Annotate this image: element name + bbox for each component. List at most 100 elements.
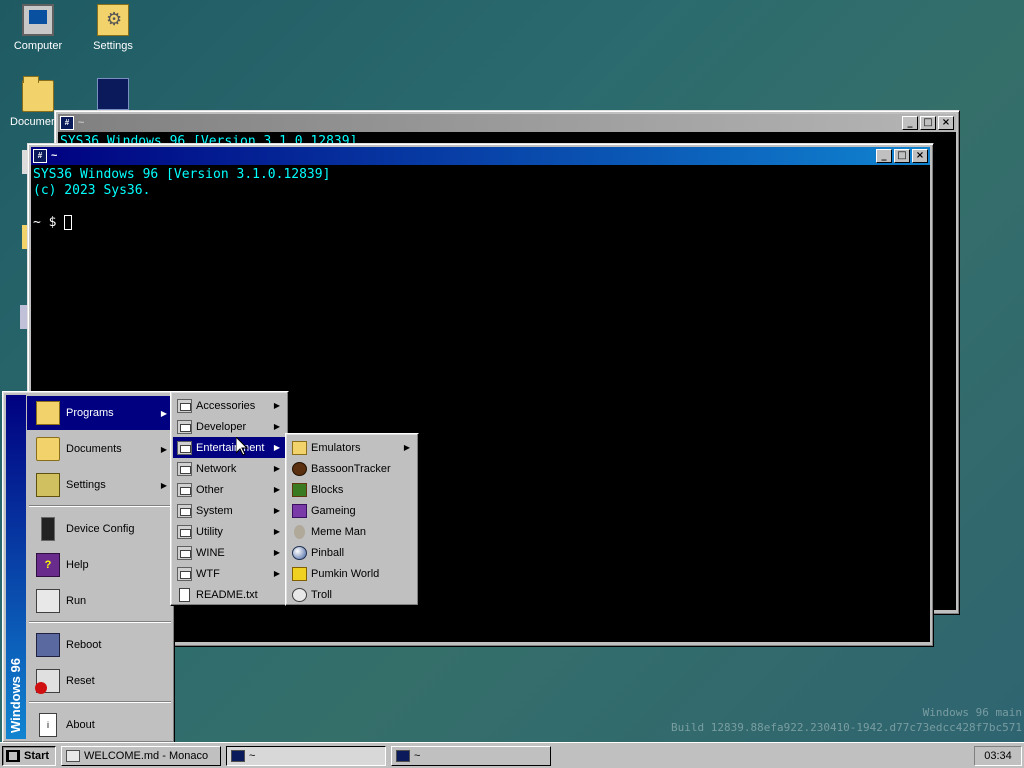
computer-icon [22, 4, 54, 36]
program-folder-icon [177, 440, 192, 455]
terminal-prompt: ~ $ [33, 215, 65, 230]
menu-item-label: Documents [66, 443, 122, 455]
submenu-arrow-icon: ▶ [160, 444, 167, 454]
start-menu-banner: Windows 96 [6, 395, 26, 739]
maximize-button[interactable]: □ [920, 116, 936, 130]
terminal-line: (c) 2023 Sys36. [33, 183, 151, 198]
taskbar-button-monaco[interactable]: WELCOME.md - Monaco [61, 745, 221, 766]
start-menu-item-about[interactable]: i About [27, 708, 173, 742]
submenu-item-label: Blocks [311, 483, 344, 496]
submenu-item-utility[interactable]: Utility ▶ [173, 521, 286, 542]
program-folder-icon [177, 419, 192, 434]
terminal-icon [396, 749, 410, 762]
start-menu-item-documents[interactable]: Documents ▶ [27, 432, 173, 466]
system-tray-clock[interactable]: 03:34 [974, 745, 1022, 766]
device-icon [41, 517, 55, 541]
submenu-item-blocks[interactable]: Blocks [288, 479, 416, 500]
start-menu-item-settings[interactable]: Settings ▶ [27, 468, 173, 502]
window-titlebar[interactable]: # ~ _ □ × [31, 147, 930, 165]
submenu-item-developer[interactable]: Developer ▶ [173, 416, 286, 437]
terminal-prompt-line[interactable]: ~ $ [33, 215, 928, 231]
submenu-item-label: BassoonTracker [311, 462, 391, 475]
submenu-item-other[interactable]: Other ▶ [173, 479, 286, 500]
menu-separator [29, 701, 171, 703]
close-button[interactable]: × [938, 116, 954, 130]
submenu-item-troll[interactable]: Troll [288, 584, 416, 605]
submenu-item-label: Other [196, 483, 224, 496]
submenu-item-label: Entertainment [196, 441, 265, 454]
minimize-button[interactable]: _ [876, 149, 892, 163]
start-menu-banner-text: Windows 96 [8, 657, 23, 733]
submenu-item-system[interactable]: System ▶ [173, 500, 286, 521]
submenu-item-emulators[interactable]: Emulators ▶ [288, 437, 416, 458]
desktop-icon-terminal[interactable] [75, 78, 151, 114]
submenu-item-entertainment[interactable]: Entertainment ▶ [173, 437, 286, 458]
menu-separator [29, 621, 171, 623]
start-menu: Windows 96 Programs ▶ Documents ▶ Settin… [2, 391, 175, 743]
meme-man-icon [294, 524, 305, 539]
about-icon: i [39, 713, 57, 737]
start-menu-item-device-config[interactable]: Device Config [27, 512, 173, 546]
window-titlebar[interactable]: # ~ _ □ × [58, 114, 956, 132]
folder-icon [292, 440, 307, 455]
taskbar-button-terminal[interactable]: ~ [391, 745, 551, 766]
desktop-icon-label: Computer [13, 40, 63, 52]
troll-icon [292, 587, 307, 602]
submenu-item-label: Emulators [311, 441, 361, 454]
start-menu-item-reset[interactable]: Reset [27, 664, 173, 698]
submenu-item-network[interactable]: Network ▶ [173, 458, 286, 479]
bassoontracker-icon [292, 461, 307, 476]
submenu-item-pinball[interactable]: Pinball [288, 542, 416, 563]
menu-separator [29, 505, 171, 507]
submenu-item-wtf[interactable]: WTF ▶ [173, 563, 286, 584]
menu-item-label: Settings [66, 479, 106, 491]
submenu-item-readme[interactable]: README.txt [173, 584, 286, 605]
run-icon [36, 589, 60, 613]
terminal-cursor [64, 215, 73, 230]
desktop-icon-settings[interactable]: Settings [75, 4, 151, 52]
submenu-item-label: WTF [196, 567, 220, 580]
terminal-icon [97, 78, 129, 110]
submenu-item-bassoontracker[interactable]: BassoonTracker [288, 458, 416, 479]
task-label: ~ [414, 749, 421, 762]
start-menu-item-reboot[interactable]: Reboot [27, 628, 173, 662]
window-title: ~ [78, 117, 85, 129]
start-menu-item-help[interactable]: ? Help [27, 548, 173, 582]
pumkin-world-icon [292, 566, 307, 581]
submenu-item-wine[interactable]: WINE ▶ [173, 542, 286, 563]
submenu-item-label: Accessories [196, 399, 256, 412]
start-menu-item-run[interactable]: Run [27, 584, 173, 618]
build-watermark-line1: Windows 96 main [922, 706, 1022, 719]
submenu-item-label: Meme Man [311, 525, 367, 538]
submenu-item-pumkin-world[interactable]: Pumkin World [288, 563, 416, 584]
menu-item-label: Programs [66, 407, 114, 419]
editor-icon [66, 749, 80, 762]
start-menu-item-programs[interactable]: Programs ▶ [27, 396, 173, 430]
terminal-line: SYS36 Windows 96 [Version 3.1.0.12839] [33, 167, 331, 182]
maximize-button[interactable]: □ [894, 149, 910, 163]
menu-item-label: Run [66, 595, 87, 607]
task-label: ~ [249, 749, 256, 762]
close-button[interactable]: × [912, 149, 928, 163]
documents-icon [36, 437, 60, 461]
submenu-arrow-icon: ▶ [273, 443, 280, 452]
desktop-icon-computer[interactable]: Computer [0, 4, 76, 52]
submenu-item-label: Utility [196, 525, 223, 538]
submenu-item-gameing[interactable]: Gameing [288, 500, 416, 521]
minimize-button[interactable]: _ [902, 116, 918, 130]
submenu-arrow-icon: ▶ [160, 408, 167, 418]
mouse-cursor-icon [236, 437, 248, 456]
settings-icon [36, 473, 60, 497]
submenu-item-label: Gameing [311, 504, 356, 517]
submenu-item-label: WINE [196, 546, 225, 559]
taskbar-button-terminal[interactable]: ~ [226, 745, 386, 766]
start-button[interactable]: Start [2, 745, 56, 766]
terminal-icon: # [33, 149, 47, 163]
programs-submenu: Accessories ▶ Developer ▶ Entertainment … [170, 391, 289, 606]
submenu-item-accessories[interactable]: Accessories ▶ [173, 395, 286, 416]
start-label: Start [24, 749, 50, 762]
submenu-item-meme-man[interactable]: Meme Man [288, 521, 416, 542]
submenu-item-label: Developer [196, 420, 247, 433]
submenu-arrow-icon: ▶ [273, 422, 280, 431]
program-folder-icon [177, 503, 192, 518]
